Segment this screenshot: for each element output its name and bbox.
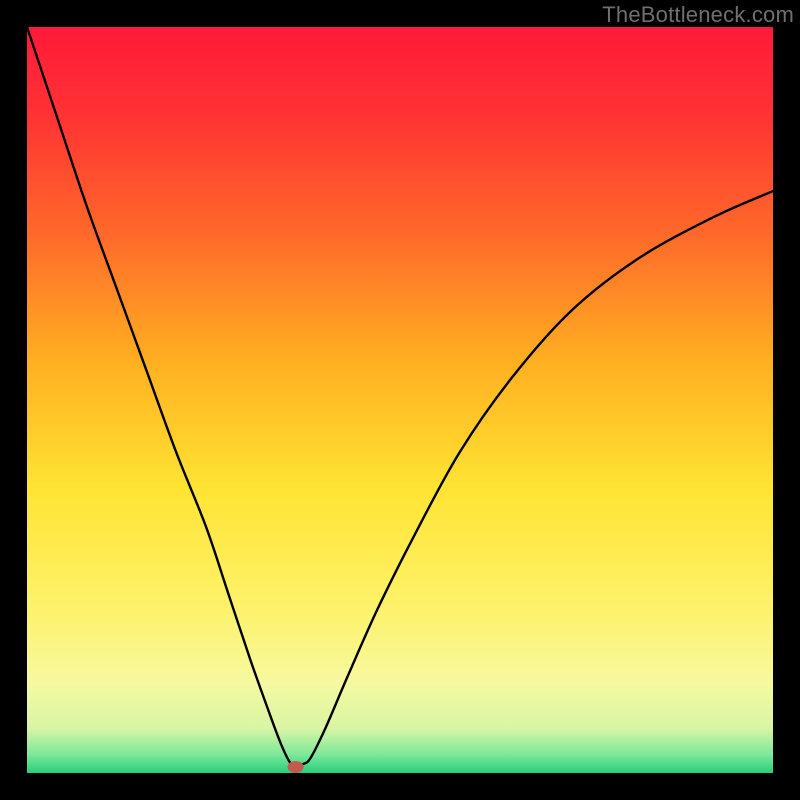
watermark-text: TheBottleneck.com — [602, 2, 794, 28]
chart-frame — [0, 0, 800, 800]
gradient-background — [27, 27, 773, 773]
bottleneck-chart — [27, 27, 773, 773]
optimal-point-marker — [288, 761, 304, 773]
